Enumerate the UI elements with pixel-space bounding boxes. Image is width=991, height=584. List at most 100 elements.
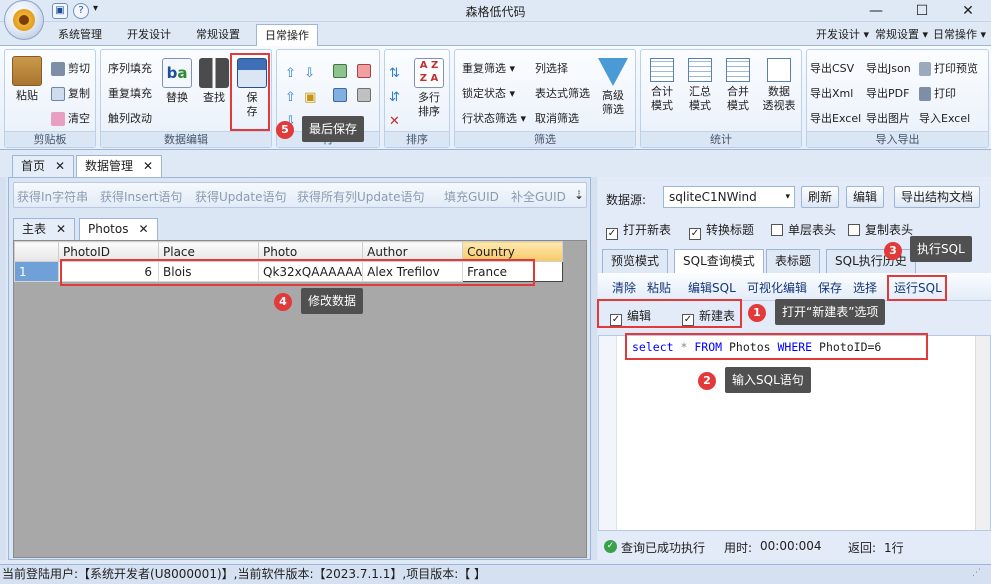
copy-header-checkbox[interactable]: 复制表头 xyxy=(848,221,913,238)
sort-clear-icon[interactable]: ✕ xyxy=(389,114,400,129)
maximize-button[interactable]: ☐ xyxy=(899,0,945,22)
tab-table-title[interactable]: 表标题 xyxy=(766,249,821,273)
settings-menu[interactable]: 常规设置 ▾ xyxy=(875,26,928,42)
export-csv-button[interactable]: 导出CSV xyxy=(810,62,854,76)
tab-data-management[interactable]: 数据管理 ✕ xyxy=(76,155,163,177)
lock-icon[interactable]: ▣ xyxy=(304,90,316,105)
save-quick-icon[interactable]: ▣ xyxy=(52,3,68,19)
repeat-filter-button[interactable]: 重复筛选 ▾ xyxy=(462,62,515,76)
select-sql-button[interactable]: 选择 xyxy=(853,279,877,296)
visual-edit-button[interactable]: 可视化编辑 xyxy=(747,279,807,296)
append-row-icon[interactable] xyxy=(333,88,347,102)
insert-row-icon[interactable] xyxy=(333,64,347,78)
fill-sequence-button[interactable]: 序列填充 xyxy=(108,62,152,76)
get-insert-button[interactable]: 获得Insert语句 xyxy=(100,188,182,205)
get-all-update-button[interactable]: 获得所有列Update语句 xyxy=(297,188,424,205)
minimize-button[interactable]: — xyxy=(853,0,899,22)
print-preview-button[interactable]: 打印预览 xyxy=(919,62,978,76)
copy-button[interactable]: 复制 xyxy=(51,87,90,101)
editor-scrollbar[interactable] xyxy=(975,336,990,530)
tab-sql-history[interactable]: SQL执行历史 xyxy=(826,249,916,273)
cut-button[interactable]: 剪切 xyxy=(51,62,90,76)
move-top-icon[interactable]: ⇧ xyxy=(285,66,296,81)
pivot-table-button[interactable]: 数据 透视表 xyxy=(758,58,800,113)
tab-main-table[interactable]: 主表 ✕ xyxy=(13,218,76,240)
move-up-icon[interactable]: ⇧ xyxy=(285,90,296,105)
tab-settings[interactable]: 常规设置 xyxy=(188,26,248,46)
app-menu-button[interactable] xyxy=(4,0,44,40)
center-splitter[interactable] xyxy=(591,177,597,560)
sort-asc-icon[interactable]: ⇅ xyxy=(389,66,400,81)
export-xml-button[interactable]: 导出Xml xyxy=(810,87,853,101)
complete-guid-button[interactable]: 补全GUID xyxy=(511,188,566,205)
tab-preview-mode[interactable]: 预览模式 xyxy=(602,249,669,273)
help-icon[interactable]: ? xyxy=(73,3,89,19)
edit-sql-button[interactable]: 编辑SQL xyxy=(688,279,736,296)
print-button[interactable]: 打印 xyxy=(919,87,956,101)
export-json-button[interactable]: 导出Json xyxy=(866,62,911,76)
total-mode-button[interactable]: 合计 模式 xyxy=(644,58,680,113)
close-tab-icon[interactable]: ✕ xyxy=(56,222,66,236)
trash-icon[interactable] xyxy=(357,88,371,102)
datasource-select[interactable]: sqliteC1NWind ▾ xyxy=(663,186,795,208)
export-pdf-button[interactable]: 导出PDF xyxy=(866,87,909,101)
single-header-checkbox[interactable]: 单层表头 xyxy=(771,221,836,238)
toolbar-overflow-icon[interactable]: ⇣ xyxy=(574,188,584,202)
quick-access-dropdown-icon[interactable]: ▾ xyxy=(93,3,98,14)
expression-filter-button[interactable]: 表达式筛选 xyxy=(535,87,590,101)
daily-menu[interactable]: 日常操作 ▾ xyxy=(933,26,986,42)
export-image-button[interactable]: 导出图片 xyxy=(866,112,910,126)
row-header-corner[interactable] xyxy=(14,241,59,262)
clipboard-group-label: 剪贴板 xyxy=(5,131,95,147)
merge-mode-button[interactable]: 合并 模式 xyxy=(720,58,756,113)
column-select-button[interactable]: 列选择 xyxy=(535,62,568,76)
row-number[interactable]: 1 xyxy=(14,261,59,282)
paste-sql-button[interactable]: 粘贴 xyxy=(647,279,671,296)
close-tab-icon[interactable]: ✕ xyxy=(143,159,153,173)
import-excel-button[interactable]: 导入Excel xyxy=(919,112,970,126)
tab-daily[interactable]: 日常操作 xyxy=(256,24,318,47)
multi-sort-button[interactable]: A ZZ A 多行 排序 xyxy=(411,58,447,119)
tab-dev[interactable]: 开发设计 xyxy=(119,26,179,46)
tab-sql-query-mode[interactable]: SQL查询模式 xyxy=(674,249,764,273)
close-button[interactable]: ✕ xyxy=(945,0,991,22)
find-button[interactable]: 查找 xyxy=(196,58,232,105)
tab-system[interactable]: 系统管理 xyxy=(50,26,110,46)
resize-grip-icon[interactable]: ⋰ xyxy=(972,568,981,578)
delete-row-icon[interactable] xyxy=(357,64,371,78)
clear-button[interactable]: 清空 xyxy=(51,112,90,126)
move-down-icon[interactable]: ⇩ xyxy=(304,66,315,81)
tab-photos[interactable]: Photos ✕ xyxy=(79,218,158,240)
replace-button[interactable]: ba 替换 xyxy=(159,58,195,105)
tab-home[interactable]: 首页 ✕ xyxy=(12,155,75,177)
advanced-filter-button[interactable]: 高级 筛选 xyxy=(595,58,631,117)
get-update-button[interactable]: 获得Update语句 xyxy=(195,188,286,205)
close-tab-icon[interactable]: ✕ xyxy=(55,159,65,173)
step-1-callout: 打开“新建表”选项 xyxy=(775,299,886,325)
close-tab-icon[interactable]: ✕ xyxy=(138,222,148,236)
fill-repeat-button[interactable]: 重复填充 xyxy=(108,87,152,101)
eraser-icon xyxy=(51,112,65,126)
sort-desc-icon[interactable]: ⇵ xyxy=(389,90,400,105)
paste-button[interactable]: 粘贴 xyxy=(9,56,45,103)
refresh-button[interactable]: 刷新 xyxy=(801,186,840,208)
row-state-filter-button[interactable]: 行状态筛选 ▾ xyxy=(462,112,526,126)
dev-menu[interactable]: 开发设计 ▾ xyxy=(816,26,869,42)
cancel-filter-button[interactable]: 取消筛选 xyxy=(535,112,579,126)
export-structure-doc-button[interactable]: 导出结构文档 xyxy=(894,186,981,208)
trigger-change-button[interactable]: 触列改动 xyxy=(108,112,152,126)
convert-title-checkbox[interactable]: ✓ 转换标题 xyxy=(689,221,754,240)
save-sql-button[interactable]: 保存 xyxy=(818,279,842,296)
edit-datasource-button[interactable]: 编辑 xyxy=(846,186,885,208)
sql-editor[interactable]: select * FROM Photos WHERE PhotoID=6 xyxy=(598,335,991,531)
clear-sql-button[interactable]: 清除 xyxy=(612,279,636,296)
filter-group-label: 筛选 xyxy=(455,131,635,147)
get-in-string-button[interactable]: 获得In字符串 xyxy=(17,188,88,205)
export-excel-button[interactable]: 导出Excel xyxy=(810,112,861,126)
step-2-callout: 输入SQL语句 xyxy=(725,367,811,393)
lock-state-button[interactable]: 锁定状态 ▾ xyxy=(462,87,515,101)
open-new-table-checkbox[interactable]: ✓ 打开新表 xyxy=(606,221,671,240)
left-splitter[interactable] xyxy=(0,177,6,560)
fill-guid-button[interactable]: 填充GUID xyxy=(444,188,499,205)
summary-mode-button[interactable]: 汇总 模式 xyxy=(682,58,718,113)
